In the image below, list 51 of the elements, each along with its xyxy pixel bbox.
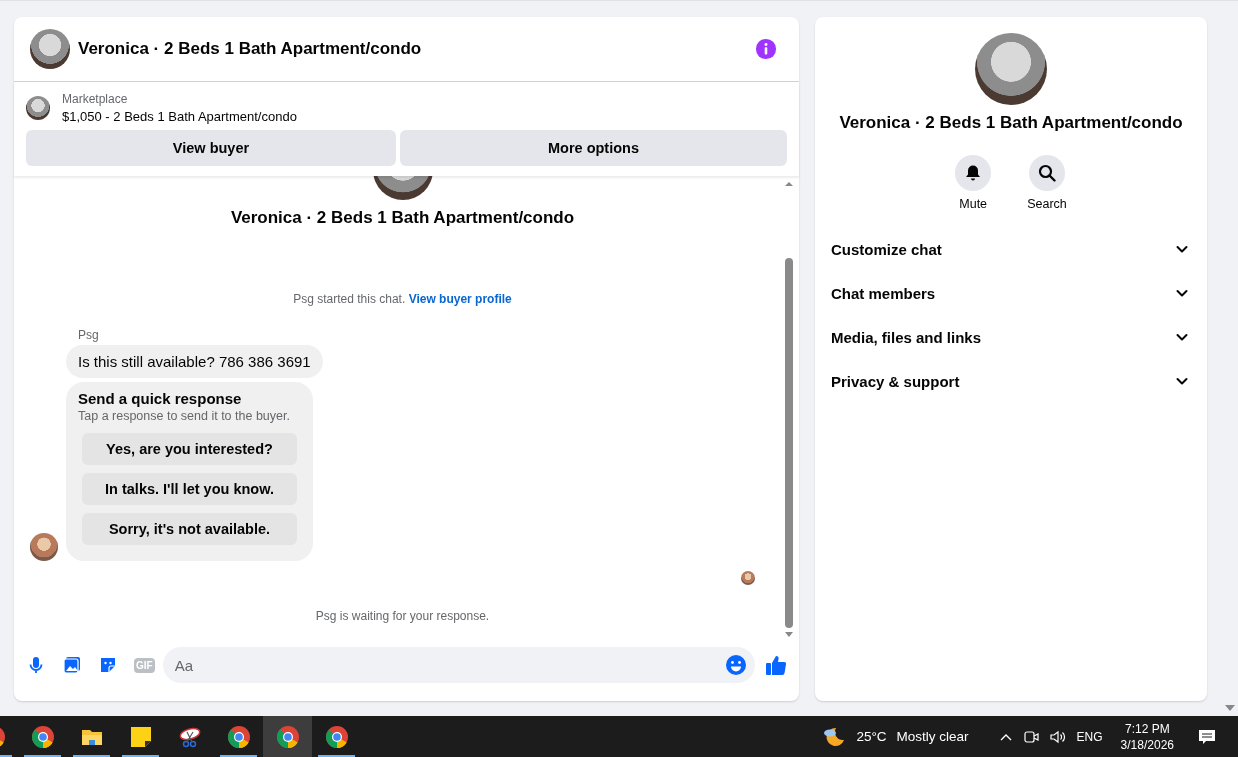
input-language[interactable]: ENG [1076,729,1103,744]
browser-icon [30,724,55,749]
sticker-icon[interactable] [98,655,118,675]
sticky-note-icon [128,724,153,749]
section-header[interactable]: Media, files and links [823,315,1199,359]
taskbar-app[interactable] [263,716,312,757]
listing-photo [26,96,50,120]
message-bubble: Is this still available? 786 386 3691 [66,345,323,378]
listing-summary: $1,050 - 2 Beds 1 Bath Apartment/condo [62,109,297,124]
action-label: Mute [959,197,988,211]
chat-title: Veronica · 2 Beds 1 Bath Apartment/condo [78,39,423,59]
quick-response-button[interactable]: In talks. I'll let you know. [82,473,297,505]
emoji-icon[interactable] [725,654,747,676]
listing-button[interactable]: View buyer [26,130,396,166]
clock-time[interactable]: 7:12 PM [1124,721,1170,736]
clock-date[interactable]: 3/18/2026 [1120,737,1174,752]
browser-icon [324,724,349,749]
quick-response-title: Send a quick response [78,390,243,407]
details-title: Veronica · 2 Beds 1 Bath Apartment/condo [839,113,1183,133]
search-icon [1038,164,1056,182]
sender-name: Psg [78,328,100,342]
section-header[interactable]: Chat members [823,271,1199,315]
listing-source: Marketplace [62,92,129,106]
bell-icon [964,164,983,182]
quick-response-button[interactable]: Sorry, it's not available. [82,513,297,545]
info-icon[interactable] [755,38,777,60]
speaker-icon[interactable] [1048,728,1067,745]
section-header[interactable]: Privacy & support [823,359,1199,403]
browser-icon [275,724,300,749]
action-label: Search [1027,197,1067,211]
notification-icon[interactable] [1198,727,1216,746]
status-text: Psg is waiting for your response. [314,609,491,623]
thumbs-up-icon[interactable] [765,654,787,676]
buyer-profile-link[interactable]: View buyer profile [408,292,512,306]
quick-response-button[interactable]: Yes, are you interested? [82,433,297,465]
temperature: 25°C [856,729,887,744]
listing-photo [30,29,70,69]
conversation-title: Veronica · 2 Beds 1 Bath Apartment/condo [229,208,576,228]
camera-icon[interactable] [1022,728,1039,745]
weather-condition: Mostly clear [896,729,969,744]
chat-notice: Psg started this chat. [293,292,406,306]
avatar [30,533,58,561]
search-button[interactable] [1029,155,1065,191]
listing-button[interactable]: More options [400,130,787,166]
browser-icon [226,724,251,749]
seen-avatar [741,571,755,585]
mute-button[interactable] [955,155,992,191]
photo-icon[interactable] [62,655,82,675]
quick-response-subtitle: Tap a response to send it to the buyer. [78,409,291,423]
section-header[interactable]: Customize chat [823,227,1199,271]
message-input[interactable]: Aa [162,647,755,683]
